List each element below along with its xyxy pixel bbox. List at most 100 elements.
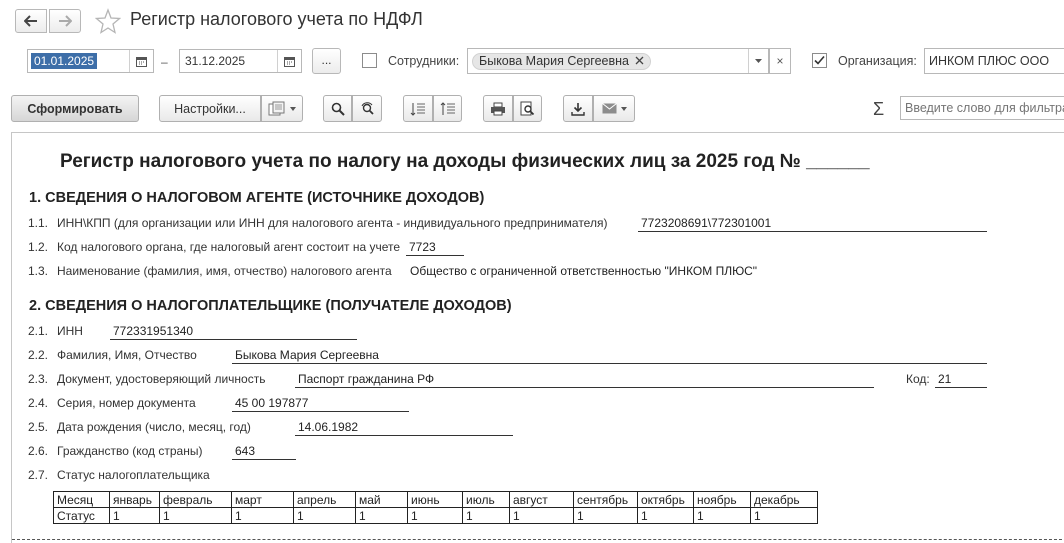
chevron-down-icon <box>620 106 627 111</box>
find-next-button[interactable] <box>352 95 382 122</box>
row-number: 1.3. <box>28 264 49 278</box>
report-row: 2.7. Статус налогоплательщика <box>12 468 1012 486</box>
send-email-button[interactable] <box>593 95 635 122</box>
date-from-value: 01.01.2025 <box>31 53 98 69</box>
employees-field[interactable]: Быкова Мария Сергеевна <box>467 48 769 74</box>
report-row: 2.5. Дата рождения (число, месяц, год) 1… <box>12 420 1012 438</box>
report-row: 1.2. Код налогового органа, где налоговы… <box>12 240 1012 258</box>
document-code-label: Код: <box>906 372 930 386</box>
chevron-down-icon <box>755 59 762 63</box>
period-select-button[interactable]: ... <box>312 48 341 74</box>
row-number: 2.3. <box>28 372 49 386</box>
checkmark-icon <box>814 55 825 65</box>
favorite-star-icon[interactable] <box>95 8 121 34</box>
row-label: Статус налогоплательщика <box>57 468 210 482</box>
table-row: Статус 1 1 1 1 1 1 1 1 1 1 1 1 <box>53 507 818 524</box>
citizenship-value: 643 <box>232 444 296 460</box>
back-button[interactable] <box>15 9 47 33</box>
row-label: Наименование (фамилия, имя, отчество) на… <box>57 264 392 278</box>
report-variant-button[interactable] <box>261 95 303 122</box>
settings-button[interactable]: Настройки... <box>159 95 261 122</box>
employees-clear-button[interactable]: × <box>769 48 791 74</box>
table-cell: июль <box>462 491 510 508</box>
chevron-down-icon <box>290 106 296 111</box>
envelope-icon <box>601 103 617 114</box>
date-from-field[interactable]: 01.01.2025 <box>27 49 154 73</box>
report-row: 1.1. ИНН\КПП (для организации или ИНН дл… <box>12 216 1012 234</box>
title-bar: Регистр налогового учета по НДФЛ <box>0 0 1064 42</box>
row-label: Гражданство (код страны) <box>57 444 203 458</box>
arrow-left-icon <box>24 15 37 27</box>
row-number: 2.4. <box>28 396 49 410</box>
report-row: 2.3. Документ, удостоверяющий личность П… <box>12 372 1012 390</box>
section-2-heading: 2. СВЕДЕНИЯ О НАЛОГОПЛАТЕЛЬЩИКЕ (ПОЛУЧАТ… <box>29 298 512 314</box>
employees-checkbox[interactable] <box>362 53 377 68</box>
row-label: Документ, удостоверяющий личность <box>57 372 266 386</box>
document-number-value: 45 00 197877 <box>232 396 409 412</box>
row-label: Фамилия, Имя, Отчество <box>57 348 197 362</box>
date-to-calendar-button[interactable] <box>277 50 301 72</box>
table-header-row: Месяц январь февраль март апрель май июн… <box>53 491 818 508</box>
table-cell: 1 <box>462 507 510 524</box>
taxpayer-name-value: Быкова Мария Сергеевна <box>232 348 987 364</box>
date-from-calendar-button[interactable] <box>129 50 153 72</box>
organization-checkbox[interactable] <box>812 53 827 68</box>
row-number: 2.1. <box>28 324 49 338</box>
row-label: Код налогового органа, где налоговый аге… <box>57 240 401 254</box>
table-cell: 1 <box>355 507 408 524</box>
date-to-field[interactable]: 31.12.2025 <box>179 49 302 73</box>
row-number: 2.7. <box>28 468 49 482</box>
taxpayer-status-table: Месяц январь февраль март апрель май июн… <box>53 491 818 524</box>
employees-dropdown-button[interactable] <box>748 49 768 73</box>
tax-office-code-value: 7723 <box>406 240 464 256</box>
date-separator: – <box>161 55 168 69</box>
table-cell: июнь <box>407 491 463 508</box>
save-button[interactable] <box>563 95 593 122</box>
table-cell: январь <box>109 491 160 508</box>
organization-label: Организация: <box>838 54 917 68</box>
employees-label: Сотрудники: <box>388 54 460 68</box>
page-break-line <box>12 539 1064 540</box>
table-cell: 1 <box>231 507 294 524</box>
table-cell: май <box>355 491 408 508</box>
report-row: 2.1. ИНН 772331951340 <box>12 324 1012 342</box>
row-label: Дата рождения (число, месяц, год) <box>57 420 251 434</box>
row-number: 1.2. <box>28 240 49 254</box>
search-field[interactable] <box>900 96 1064 120</box>
table-cell: апрель <box>293 491 356 508</box>
table-cell: 1 <box>509 507 574 524</box>
table-cell: ноябрь <box>693 491 751 508</box>
search-input[interactable] <box>901 97 1064 119</box>
row-number: 1.1. <box>28 216 49 230</box>
organization-value: ИНКОМ ПЛЮС ООО <box>929 54 1050 68</box>
generate-button[interactable]: Сформировать <box>11 95 139 122</box>
document-code-value: 21 <box>935 372 987 388</box>
table-cell: 1 <box>109 507 160 524</box>
print-button[interactable] <box>483 95 513 122</box>
print-preview-icon <box>520 101 535 116</box>
table-cell: август <box>509 491 574 508</box>
forward-button[interactable] <box>49 9 81 33</box>
table-cell: 1 <box>750 507 818 524</box>
remove-chip-icon[interactable] <box>635 56 644 65</box>
sum-icon[interactable]: Σ <box>873 99 884 120</box>
row-number: 2.6. <box>28 444 49 458</box>
search-next-icon <box>361 101 374 115</box>
table-cell: Статус <box>53 507 110 524</box>
report-document: Регистр налогового учета по налогу на до… <box>11 132 1064 543</box>
table-cell: Месяц <box>53 491 110 508</box>
table-cell: 1 <box>637 507 694 524</box>
employee-chip[interactable]: Быкова Мария Сергеевна <box>472 53 652 70</box>
row-label: Серия, номер документа <box>57 396 196 410</box>
organization-field[interactable]: ИНКОМ ПЛЮС ООО <box>924 48 1064 74</box>
id-document-value: Паспорт гражданина РФ <box>295 372 874 388</box>
find-button[interactable] <box>323 95 352 122</box>
print-preview-button[interactable] <box>513 95 542 122</box>
section-1-heading: 1. СВЕДЕНИЯ О НАЛОГОВОМ АГЕНТЕ (ИСТОЧНИК… <box>29 190 485 206</box>
report-row: 2.4. Серия, номер документа 45 00 197877 <box>12 396 1012 414</box>
calendar-icon <box>136 56 147 67</box>
report-title: Регистр налогового учета по налогу на до… <box>60 151 870 172</box>
expand-groups-button[interactable] <box>403 95 433 122</box>
table-cell: 1 <box>293 507 356 524</box>
collapse-groups-button[interactable] <box>433 95 462 122</box>
